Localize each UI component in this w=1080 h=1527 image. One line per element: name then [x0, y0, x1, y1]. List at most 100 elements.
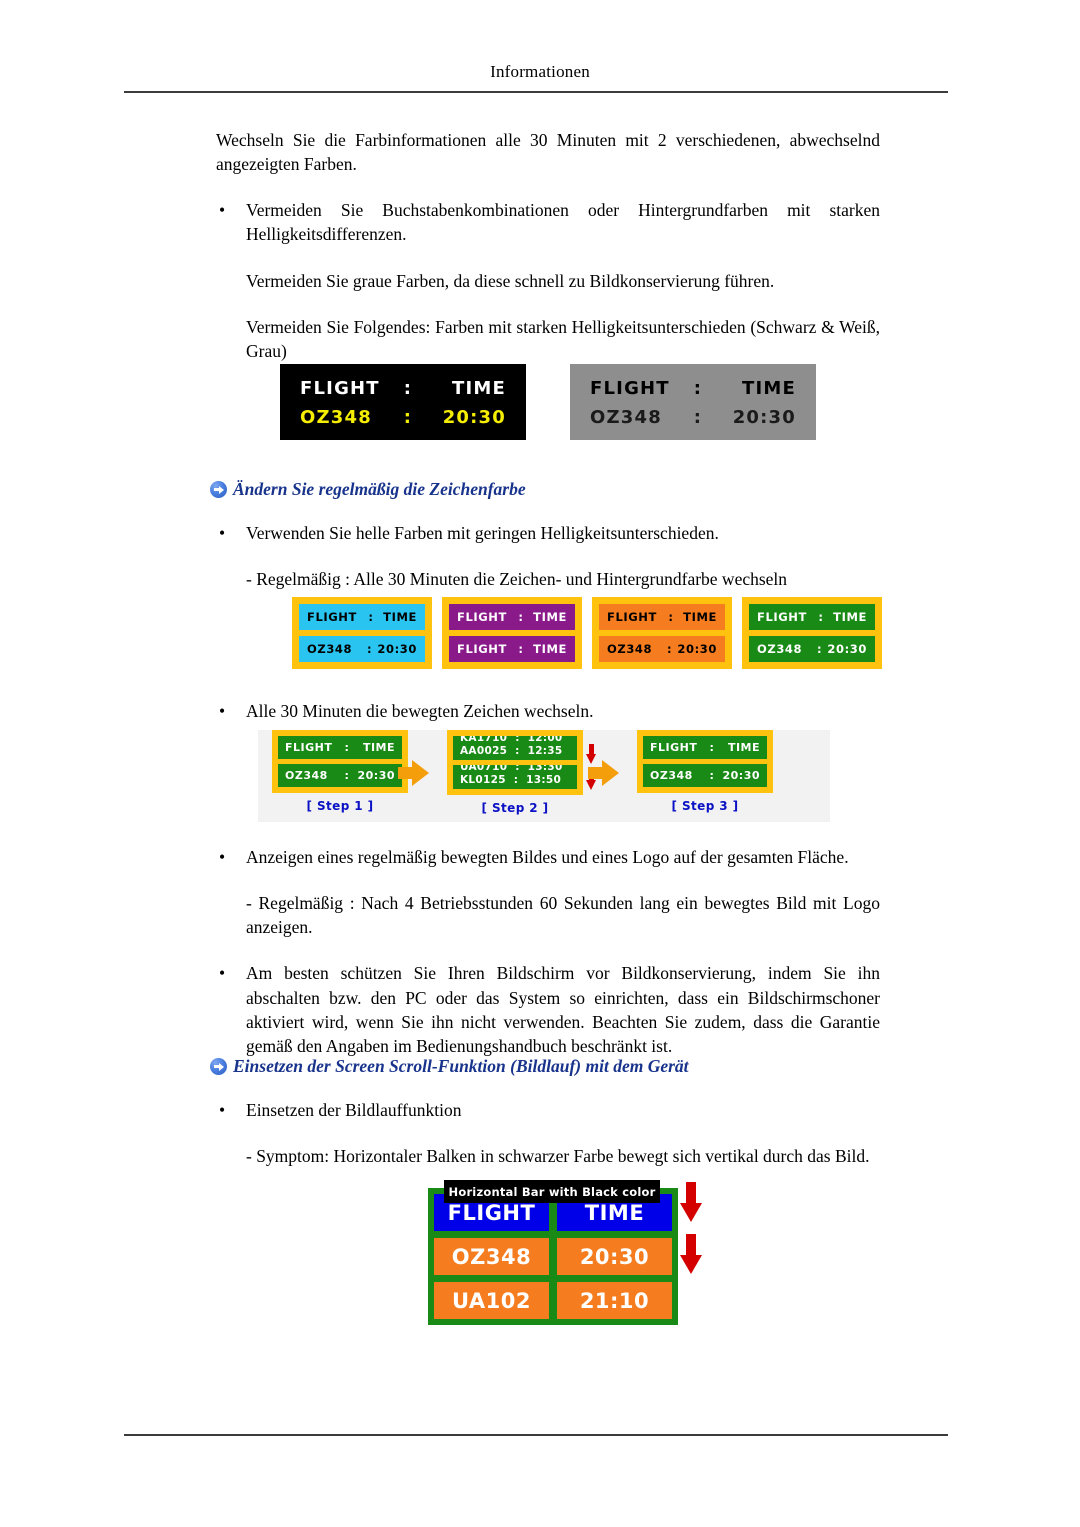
separator: :: [344, 769, 350, 782]
label-flight: FLIGHT: [757, 610, 807, 624]
bullet-marker: •: [219, 200, 226, 221]
note-regelmaessig-2: - Regelmäßig : Nach 4 Betriebsstunden 60…: [246, 893, 880, 938]
bullet-item-2: • Verwenden Sie helle Farben mit geringe…: [216, 521, 880, 545]
value-flight-no: OZ348: [307, 642, 353, 656]
label-time: TIME: [383, 610, 417, 624]
board-flight-no-1: OZ348: [434, 1238, 549, 1275]
bullet-item-2-text: Verwenden Sie helle Farben mit geringen …: [246, 522, 719, 543]
bullet-item-4-text: Anzeigen eines regelmäßig bewegten Bilde…: [246, 847, 849, 867]
bullet-item-1-text: Vermeiden Sie Buchstabenkombinationen od…: [246, 200, 880, 245]
bullet-marker: •: [219, 522, 226, 543]
color-panel-cyan: FLIGHT : TIME OZ348 : 20:30: [292, 597, 432, 669]
arrow-head: [586, 754, 596, 764]
section-2: Einsetzen der Screen Scroll-Funktion (Bi…: [210, 1055, 880, 1190]
panel-row-2: FLIGHT : TIME: [449, 636, 575, 662]
section-heading-1-text: Ändern Sie regelmäßig die Zeichenfarbe: [233, 479, 526, 499]
board-data-row-2: UA102 21:10: [434, 1282, 672, 1319]
arrow-right-icon-1: [398, 760, 429, 786]
step-3-label: [ Step 3 ]: [671, 799, 739, 813]
section-moving-characters: • Alle 30 Minuten die bewegten Zeichen w…: [216, 699, 880, 723]
separator: :: [518, 610, 524, 624]
value-flight-no: OZ348: [300, 407, 372, 428]
intro-paragraph: Wechseln Sie die Farbinformationen alle …: [216, 130, 880, 175]
board-flight-no-2: UA102: [434, 1282, 549, 1319]
scroll-line-upper: UA0710 : 13:30: [460, 765, 563, 773]
arrow-down-icon-1: [586, 744, 596, 764]
arrow-right-icon-2: [588, 760, 619, 786]
label-flight: FLIGHT: [457, 610, 507, 624]
board-time-2: 21:10: [557, 1282, 672, 1319]
label-time: TIME: [833, 610, 867, 624]
scroll-line-lower: AA0025 : 12:35: [460, 745, 563, 757]
value-flight-no: OZ348: [650, 769, 693, 782]
section-heading-1: Ändern Sie regelmäßig die Zeichenfarbe: [210, 478, 880, 501]
separator: :: [403, 407, 413, 428]
bullet-item-4: • Anzeigen eines regelmäßig bewegten Bil…: [216, 845, 880, 869]
paragraph-avoid: Vermeiden Sie Folgendes: Farben mit star…: [246, 316, 880, 361]
page-header-title: Informationen: [490, 62, 590, 81]
bullet-marker: •: [219, 963, 226, 984]
display-grey-row-1: FLIGHT : TIME: [590, 378, 796, 399]
header-divider: [124, 91, 948, 93]
separator: :: [666, 642, 673, 656]
section-heading-2: Einsetzen der Screen Scroll-Funktion (Bi…: [210, 1055, 880, 1078]
step-3-panel: FLIGHT : TIME OZ348 : 20:30: [637, 730, 773, 793]
label-time: TIME: [727, 741, 760, 754]
step-2-label: [ Step 2 ]: [481, 801, 549, 815]
step-1-block: FLIGHT : TIME OZ348 : 20:30 [ Step 1 ]: [272, 730, 408, 813]
label-flight: FLIGHT: [590, 378, 670, 399]
step-1-panel: FLIGHT : TIME OZ348 : 20:30: [272, 730, 408, 793]
arrow-head: [680, 1203, 702, 1222]
bullet-item-6-text: Einsetzen der Bildlauffunktion: [246, 1099, 462, 1120]
label-flight: FLIGHT: [607, 610, 657, 624]
separator: :: [818, 610, 824, 624]
value-time: 20:30: [827, 642, 867, 656]
bullet-item-3: • Alle 30 Minuten die bewegten Zeichen w…: [216, 699, 880, 723]
label-time: TIME: [452, 378, 506, 399]
bullet-marker: •: [219, 701, 226, 721]
panel-row-2: OZ348 : 20:30: [599, 636, 725, 662]
display-black-panel: FLIGHT : TIME OZ348 : 20:30: [280, 364, 526, 440]
step-2-row-1: KA1710 : 12:00 AA0025 : 12:35: [453, 736, 577, 760]
note-symptom: - Symptom: Horizontaler Balken in schwar…: [246, 1145, 870, 1166]
arrow-shaft: [686, 1234, 696, 1256]
paragraph-grey-colors: Vermeiden Sie graue Farben, da diese sch…: [246, 270, 775, 291]
value-flight-no: OZ348: [285, 769, 328, 782]
value-time: 20:30: [377, 642, 417, 656]
separator: :: [693, 378, 703, 399]
display-black-row-2: OZ348 : 20:30: [300, 407, 506, 428]
bullet-marker: •: [219, 847, 226, 867]
step-2-block: KA1710 : 12:00 AA0025 : 12:35 UA0710 : 1…: [447, 730, 583, 815]
step-3-block: FLIGHT : TIME OZ348 : 20:30 [ Step 3 ]: [637, 730, 773, 813]
label-time: TIME: [362, 741, 395, 754]
separator: :: [366, 642, 373, 656]
separator: :: [668, 610, 674, 624]
section-heading-2-text: Einsetzen der Screen Scroll-Funktion (Bi…: [233, 1056, 689, 1076]
panel-row-1: FLIGHT : TIME: [299, 604, 425, 630]
arrow-head: [680, 1255, 702, 1274]
board-time-1: 20:30: [557, 1238, 672, 1275]
separator: :: [709, 769, 715, 782]
panel-row-1: FLIGHT : TIME: [749, 604, 875, 630]
document-content: Wechseln Sie die Farbinformationen alle …: [216, 128, 880, 385]
separator: :: [709, 741, 715, 754]
label-flight: FLIGHT: [457, 642, 507, 656]
arrow-down-icon-large-1: [680, 1182, 702, 1222]
bullet-item-5: • Am besten schützen Sie Ihren Bildschir…: [216, 961, 880, 1058]
panel-row-2: OZ348 : 20:30: [749, 636, 875, 662]
arrow-head: [586, 780, 596, 790]
color-panel-green: FLIGHT : TIME OZ348 : 20:30: [742, 597, 882, 669]
section-1: Ändern Sie regelmäßig die Zeichenfarbe •…: [210, 478, 880, 613]
separator: :: [403, 378, 413, 399]
value-flight-no: OZ348: [590, 407, 662, 428]
value-time: 20:30: [677, 642, 717, 656]
horizontal-bar-caption: Horizontal Bar with Black color: [444, 1180, 660, 1203]
bullet-item-3-text: Alle 30 Minuten die bewegten Zeichen wec…: [246, 701, 594, 721]
value-flight-no: OZ348: [757, 642, 803, 656]
footer-divider: [124, 1434, 948, 1436]
display-black-row-1: FLIGHT : TIME: [300, 378, 506, 399]
label-time: TIME: [533, 642, 567, 656]
value-time: 20:30: [357, 769, 395, 782]
arrow-down-icon-large-2: [680, 1234, 702, 1274]
label-time: TIME: [683, 610, 717, 624]
